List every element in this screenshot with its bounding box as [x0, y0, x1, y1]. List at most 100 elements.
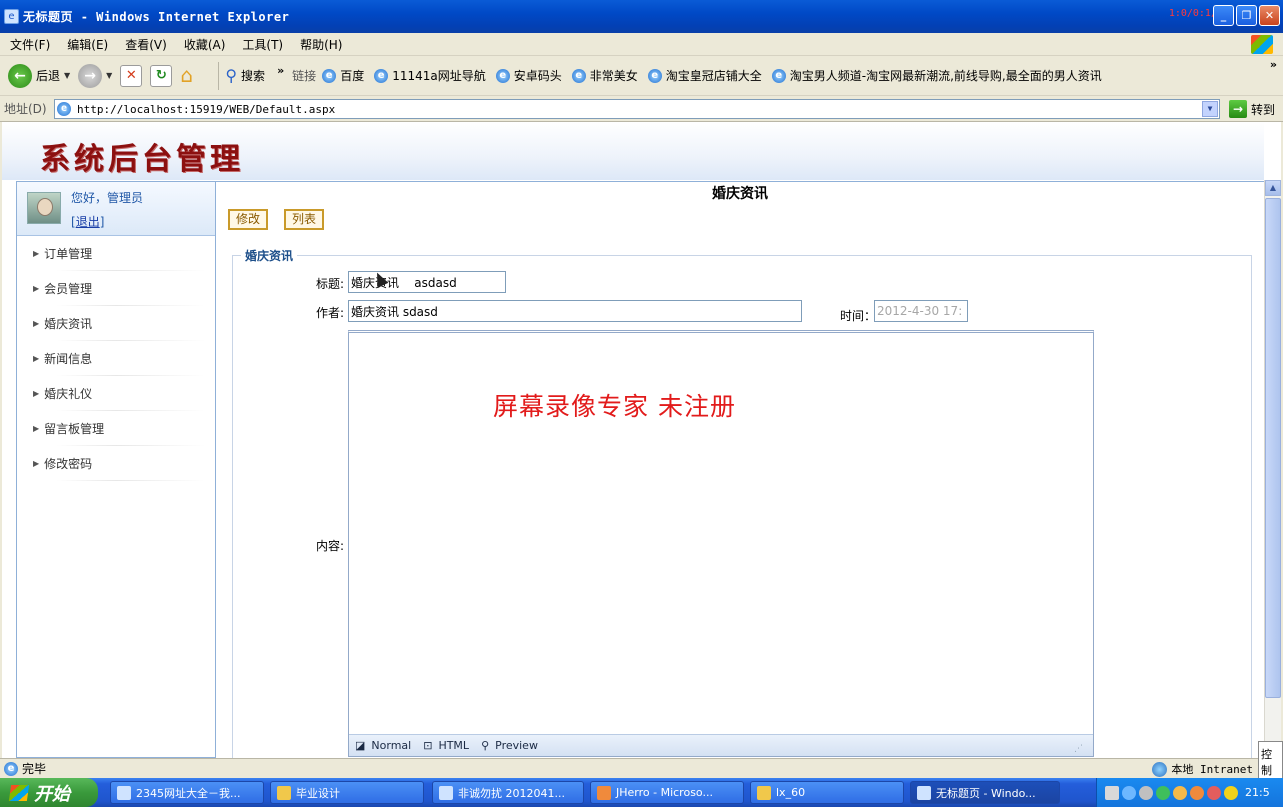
folder-icon: [757, 785, 771, 800]
sidebar-item-label: 婚庆资讯: [44, 317, 93, 331]
sidebar-item-orders[interactable]: ▶ 订单管理: [17, 236, 215, 271]
list-button[interactable]: 列表: [284, 209, 325, 230]
address-label: 地址(D): [4, 102, 47, 116]
back-arrow-icon: ←: [8, 63, 32, 88]
search-label: 搜索: [241, 69, 266, 83]
user-box: 您好，管理员 [退出]: [17, 182, 215, 236]
plus-icon[interactable]: [1224, 785, 1238, 800]
link-baidu[interactable]: e 百度: [322, 67, 364, 84]
clock[interactable]: 21:5: [1245, 786, 1270, 799]
links-overflow-icon[interactable]: »: [1270, 58, 1277, 71]
logout-link[interactable]: 退出: [76, 215, 100, 229]
sidebar-item-wedding-news[interactable]: ▶ 婚庆资讯: [17, 306, 215, 341]
refresh-button[interactable]: ↻: [150, 64, 173, 87]
editor-mode-normal[interactable]: ◪ Normal: [355, 739, 417, 752]
ie-window-icon: [117, 785, 131, 800]
stop-button[interactable]: ✕: [120, 64, 143, 87]
task-label: 非诚勿扰 2012041...: [458, 786, 565, 800]
links-bar: 链接 e 百度 e 11141a网址导航 e 安卓码头 e 非常美女 e 淘宝皇冠店铺大全…: [292, 67, 1112, 84]
scroll-thumb[interactable]: [1265, 198, 1281, 698]
keyboard-icon[interactable]: [1105, 785, 1119, 800]
taskbar-item[interactable]: lx_60: [750, 781, 904, 804]
taskbar-item[interactable]: 2345网址大全－我...: [110, 781, 264, 804]
author-label: 作者:: [315, 306, 344, 320]
sidebar-item-news[interactable]: ▶ 新闻信息: [17, 341, 215, 376]
go-button[interactable]: → 转到: [1228, 100, 1275, 118]
sidebar-item-members[interactable]: ▶ 会员管理: [17, 271, 215, 306]
ie-page-icon: e: [495, 68, 510, 83]
ie-page-icon: e: [571, 68, 586, 83]
rich-text-editor[interactable]: 屏幕录像专家 未注册 ◪ Normal ⊡ HTML ⚲ Preview ⋰: [348, 330, 1094, 757]
restore-button[interactable]: ❐: [1236, 5, 1257, 26]
sidebar-item-label: 婚庆礼仪: [44, 387, 93, 401]
qq-icon[interactable]: [1190, 785, 1204, 800]
go-label: 转到: [1250, 102, 1275, 117]
address-input[interactable]: e http://localhost:15919/WEB/Default.asp…: [54, 99, 1220, 119]
window-title: 无标题页 - Windows Internet Explorer: [23, 10, 290, 24]
menu-tools[interactable]: 工具(T): [242, 36, 283, 53]
link-11141a[interactable]: e 11141a网址导航: [374, 67, 486, 84]
html-mode-icon: ⊡: [423, 739, 433, 752]
link-label: 淘宝皇冠店铺大全: [665, 69, 762, 83]
network-icon[interactable]: [1139, 785, 1153, 800]
taskbar-item[interactable]: JHerro - Microso...: [590, 781, 744, 804]
links-label: 链接: [292, 69, 317, 83]
messenger-icon[interactable]: [1156, 785, 1170, 800]
taskbar-item-active[interactable]: 无标题页 - Windo...: [910, 781, 1060, 804]
chevron-down-icon[interactable]: ▼: [1202, 101, 1218, 117]
chevron-left-icon[interactable]: [1122, 785, 1136, 800]
editor-mode-preview[interactable]: ⚲ Preview: [481, 739, 544, 752]
menu-edit[interactable]: 编辑(E): [67, 36, 108, 53]
taskbar-item[interactable]: 非诚勿扰 2012041...: [432, 781, 584, 804]
minimize-button[interactable]: _: [1213, 5, 1234, 26]
time-input: [874, 300, 968, 322]
chevron-down-icon[interactable]: ▼: [106, 71, 112, 80]
site-logo: 系统后台管理: [40, 142, 244, 177]
mode-label: Normal: [371, 739, 412, 752]
go-arrow-icon: →: [1228, 100, 1247, 118]
link-label: 11141a网址导航: [392, 69, 486, 83]
home-button[interactable]: ⌂: [180, 65, 204, 87]
site-banner: 系统后台管理: [2, 122, 1264, 180]
triangle-right-icon: ▶: [33, 284, 40, 293]
close-button[interactable]: ✕: [1259, 5, 1280, 26]
system-tray: 21:5: [1096, 778, 1283, 807]
resize-grip-icon[interactable]: ⋰: [1074, 744, 1083, 754]
sidebar-item-guestbook[interactable]: ▶ 留言板管理: [17, 411, 215, 446]
status-text: 完毕: [22, 762, 47, 776]
edit-button[interactable]: 修改: [228, 209, 269, 230]
title-label: 标题:: [315, 277, 344, 291]
ie-page-icon: e: [4, 761, 18, 776]
ie-window-icon: [917, 785, 931, 800]
menu-file[interactable]: 文件(F): [10, 36, 50, 53]
chevron-down-icon[interactable]: ▼: [64, 71, 70, 80]
start-button[interactable]: 开始: [0, 778, 98, 807]
app-window-icon: [597, 785, 611, 800]
link-anzhuo[interactable]: e 安卓码头: [495, 67, 562, 84]
link-label: 百度: [340, 69, 365, 83]
sidebar-item-etiquette[interactable]: ▶ 婚庆礼仪: [17, 376, 215, 411]
page-scrollbar[interactable]: ▲: [1264, 180, 1281, 758]
editor-mode-html[interactable]: ⊡ HTML: [423, 739, 475, 752]
triangle-right-icon: ▶: [33, 249, 40, 258]
link-taobao-men[interactable]: e 淘宝男人频道-淘宝网最新潮流,前线导购,最全面的男人资讯: [771, 67, 1102, 84]
logout-wrapper: [退出]: [71, 213, 104, 230]
qq-icon[interactable]: [1207, 785, 1221, 800]
menu-favorites[interactable]: 收藏(A): [184, 36, 226, 53]
qq-icon[interactable]: [1173, 785, 1187, 800]
greeting-text: 您好，管理员: [71, 191, 144, 205]
sidebar-item-password[interactable]: ▶ 修改密码: [17, 446, 215, 481]
taskbar-item[interactable]: 毕业设计: [270, 781, 424, 804]
search-icon: ⚲: [225, 66, 238, 85]
author-input[interactable]: [348, 300, 802, 322]
search-button[interactable]: ⚲ 搜索: [225, 66, 265, 85]
scroll-up-icon[interactable]: ▲: [1265, 180, 1281, 196]
forward-button[interactable]: → ▼: [78, 63, 112, 88]
back-button[interactable]: ← 后退 ▼: [8, 63, 70, 88]
link-feichang[interactable]: e 非常美女: [571, 67, 638, 84]
mode-label: HTML: [438, 739, 470, 752]
menu-help[interactable]: 帮助(H): [300, 36, 342, 53]
toolbar-overflow-icon[interactable]: »: [277, 64, 284, 77]
menu-view[interactable]: 查看(V): [125, 36, 167, 53]
link-taobao-crown[interactable]: e 淘宝皇冠店铺大全: [647, 67, 762, 84]
